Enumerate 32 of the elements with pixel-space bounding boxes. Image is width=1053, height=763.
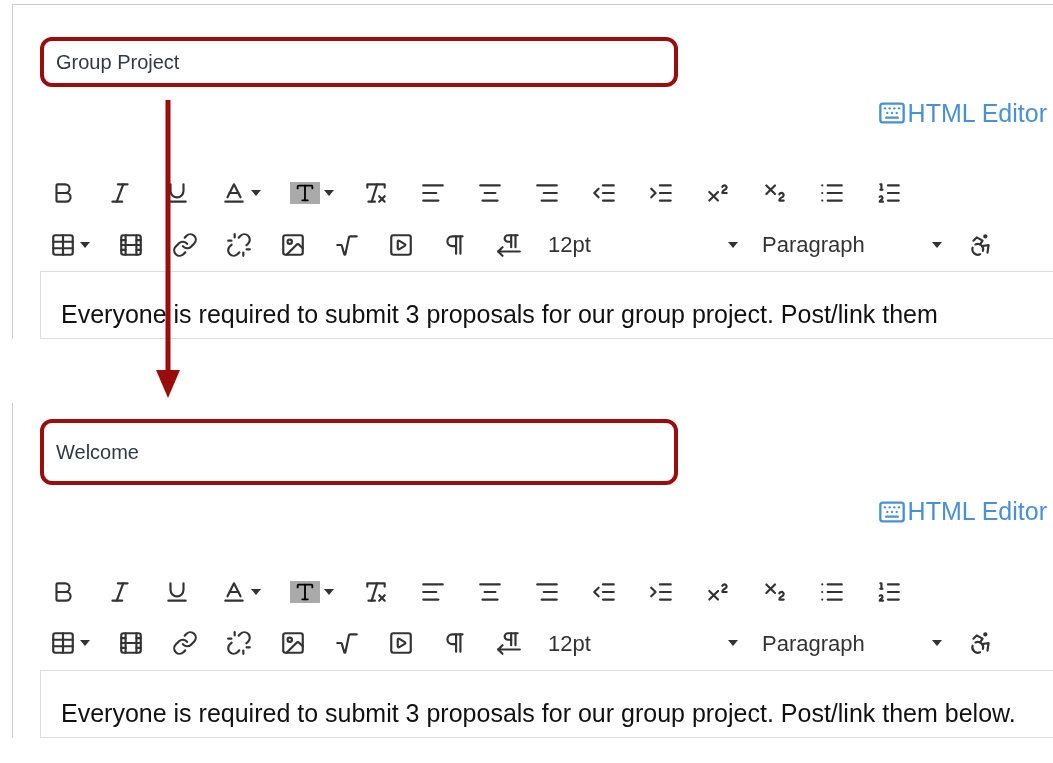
caret-icon bbox=[80, 241, 90, 248]
caret-icon bbox=[324, 190, 334, 196]
editor-body[interactable]: Everyone is required to submit 3 proposals for our group project. Post/link them bbox=[40, 271, 1053, 339]
font-size-dropdown[interactable]: 12pt bbox=[548, 626, 738, 660]
caret-icon bbox=[932, 241, 942, 248]
text-color-icon bbox=[221, 180, 247, 206]
block-format-dropdown[interactable]: Paragraph bbox=[762, 626, 942, 660]
pilcrow-left-icon[interactable] bbox=[494, 630, 524, 656]
highlight-color-icon[interactable] bbox=[290, 182, 334, 204]
caret-icon bbox=[251, 588, 261, 595]
caret-icon bbox=[324, 588, 334, 595]
block-format-dropdown[interactable]: Paragraph bbox=[762, 228, 942, 261]
caret-icon bbox=[80, 640, 90, 646]
caret-icon bbox=[932, 640, 942, 646]
font-size-dropdown[interactable]: 12pt bbox=[548, 228, 738, 261]
body-text: Everyone is required to submit 3 proposals for our group project. Post/link them bbox=[61, 299, 939, 330]
table-icon bbox=[50, 630, 76, 656]
link-icon[interactable] bbox=[170, 630, 200, 656]
caret-icon bbox=[728, 241, 738, 248]
unlink-icon[interactable] bbox=[224, 630, 254, 656]
highlight-color-icon[interactable] bbox=[290, 580, 334, 603]
letter-t-icon bbox=[294, 182, 316, 204]
table-icon bbox=[50, 231, 76, 258]
pilcrow-left-icon[interactable] bbox=[494, 231, 524, 258]
body-text: Everyone is required to submit 3 proposals for our group project. Post/link them below. bbox=[61, 697, 1017, 729]
title-field[interactable]: Group Project bbox=[40, 37, 678, 87]
caret-icon bbox=[251, 190, 261, 196]
caret-icon bbox=[728, 640, 738, 646]
title-field[interactable]: Welcome bbox=[40, 419, 678, 485]
link-icon[interactable] bbox=[170, 231, 200, 258]
unlink-icon[interactable] bbox=[224, 231, 254, 258]
editor-body[interactable]: Everyone is required to submit 3 proposals for our group project. Post/link them below. bbox=[40, 669, 1053, 738]
